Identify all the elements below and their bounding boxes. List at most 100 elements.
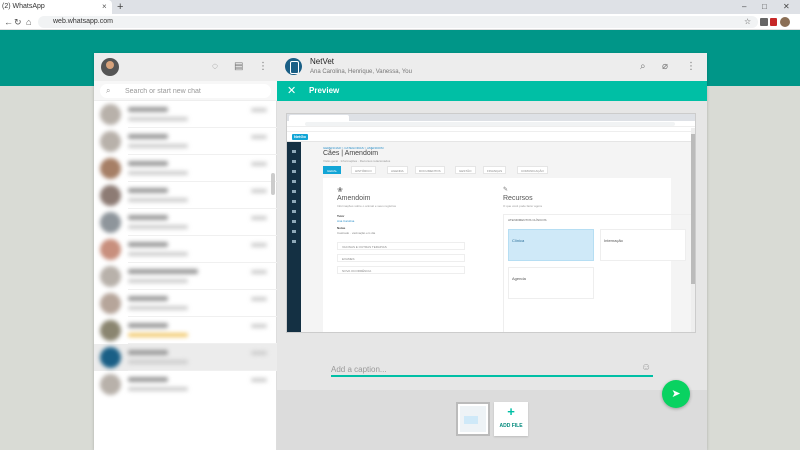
caption-row: ☺ [277, 355, 707, 385]
chat-time-blurred [251, 378, 267, 382]
address-bar[interactable]: web.whatsapp.com [38, 16, 758, 28]
reload-icon[interactable]: ↻ [14, 16, 22, 28]
attach-icon[interactable]: ⌀ [662, 60, 668, 74]
maximize-icon[interactable]: □ [762, 0, 767, 14]
pdf-extension-icon[interactable] [770, 18, 777, 26]
chat-avatar [100, 293, 121, 314]
whatsapp-app: ◌ ▤ ⋮ ⌕ NetVet [94, 53, 707, 450]
shot-resources-head: ATENDIMENTOS CLÍNICOS [508, 218, 547, 222]
search-row: ⌕ [94, 81, 277, 101]
list-item-active[interactable] [94, 344, 277, 371]
shot-sidebar [287, 142, 301, 332]
conversation-header[interactable]: NetVet Ana Carolina, Henrique, Vanessa, … [277, 53, 707, 81]
browser-tab[interactable]: (2) WhatsApp × [0, 0, 112, 14]
shot-tutor-label: Tutor [337, 214, 345, 218]
send-button[interactable]: ➤ [662, 380, 690, 408]
shot-app-bar: NetGo [287, 132, 695, 142]
list-item[interactable] [94, 263, 277, 290]
shot-row: EXAMES [337, 254, 465, 262]
chat-avatar [100, 104, 121, 125]
list-item[interactable] [94, 236, 277, 263]
chat-time-blurred [251, 108, 267, 112]
chat-avatar [100, 212, 121, 233]
chat-time-blurred [251, 243, 267, 247]
list-item[interactable] [94, 155, 277, 182]
add-file-button[interactable]: + ADD FILE [494, 402, 528, 436]
group-avatar[interactable] [285, 58, 302, 75]
minimize-icon[interactable]: – [742, 0, 746, 14]
list-item[interactable] [94, 290, 277, 317]
chat-time-blurred [251, 270, 267, 274]
chat-preview-blurred [128, 242, 188, 256]
url-text: web.whatsapp.com [53, 18, 113, 25]
chat-avatar [100, 374, 121, 395]
chat-time-blurred [251, 324, 267, 328]
list-item[interactable] [94, 101, 277, 128]
back-icon[interactable]: ← [4, 16, 13, 28]
search-icon: ⌕ [106, 86, 111, 95]
shot-resources-box: ATENDIMENTOS CLÍNICOS Clínica Internação… [503, 214, 693, 332]
shot-tabs: GERAL HISTÓRICO AGENDA DOCUMENTOS GESTÃO… [323, 166, 693, 174]
scrollbar-thumb[interactable] [271, 173, 275, 195]
group-members: Ana Carolina, Henrique, Vanessa, You [310, 69, 412, 75]
group-name: NetVet [310, 57, 335, 66]
emoji-icon[interactable]: ☺ [641, 361, 651, 375]
caption-input[interactable] [331, 363, 653, 377]
shot-notes-label: Notas [337, 226, 346, 230]
shot-tab-documentos: DOCUMENTOS [415, 166, 445, 174]
chat-avatar [100, 185, 121, 206]
shot-resources-sub: O que você pode fazer agora [503, 204, 542, 208]
tab-title: (2) WhatsApp [2, 3, 45, 10]
chat-time-blurred [251, 351, 267, 355]
chat-avatar [100, 266, 121, 287]
shot-tile: Agenda [508, 267, 594, 299]
chat-avatar [100, 239, 121, 260]
shot-tab-geral: GERAL [323, 166, 342, 174]
close-icon[interactable]: ✕ [287, 83, 296, 99]
status-icon[interactable]: ◌ [212, 60, 218, 74]
search-icon[interactable]: ⌕ [640, 60, 646, 74]
preview-header: ✕ Preview [277, 81, 707, 101]
chat-preview-blurred [128, 296, 188, 310]
shot-scrollbar-thumb [691, 134, 695, 284]
shot-tab-agenda: AGENDA [387, 166, 408, 174]
preview-title: Preview [309, 86, 340, 95]
menu-icon[interactable]: ⋮ [258, 60, 268, 74]
bookmark-star-icon[interactable]: ☆ [744, 16, 751, 28]
new-tab-button[interactable]: + [117, 0, 123, 14]
list-item[interactable] [94, 209, 277, 236]
add-file-label: ADD FILE [499, 423, 523, 429]
list-item[interactable] [94, 371, 277, 398]
menu-icon[interactable]: ⋮ [686, 60, 696, 74]
chat-preview-blurred [128, 107, 188, 121]
list-item[interactable] [94, 128, 277, 155]
home-icon[interactable]: ⌂ [26, 16, 31, 28]
my-avatar[interactable] [101, 58, 119, 76]
chat-preview-blurred [128, 215, 188, 229]
chat-time-blurred [251, 162, 267, 166]
chat-preview-blurred [128, 350, 188, 364]
tab-close-icon[interactable]: × [102, 0, 107, 14]
shot-subtitle: Visão geral · Informações · Recursos rel… [323, 159, 391, 163]
search-input[interactable] [125, 84, 265, 98]
new-chat-icon[interactable]: ▤ [234, 60, 243, 74]
preview-area: NetGo GERENCIAR > CATEGORIAS > AMENDOIM … [277, 101, 707, 390]
shot-tab-financas: FINANÇAS [483, 166, 507, 174]
extension-icon[interactable] [760, 18, 768, 26]
chat-list [94, 101, 277, 450]
chat-time-blurred [251, 297, 267, 301]
chat-avatar [100, 131, 121, 152]
attachment-thumbnail[interactable] [456, 402, 490, 436]
shot-tab-historico: HISTÓRICO [351, 166, 376, 174]
chat-preview-blurred [128, 161, 188, 175]
shot-category-desc: Informações sobre o animal e seus regist… [337, 204, 397, 208]
list-item[interactable] [94, 182, 277, 209]
send-icon: ➤ [671, 388, 681, 400]
shot-logo: NetGo [292, 134, 308, 140]
chat-preview-blurred [128, 323, 188, 337]
shot-tab-gestao: GESTÃO [455, 166, 476, 174]
profile-avatar[interactable] [780, 17, 790, 27]
list-item[interactable] [94, 317, 277, 344]
shot-resources-title: Recursos [503, 195, 533, 202]
window-close-icon[interactable]: ✕ [783, 0, 790, 14]
